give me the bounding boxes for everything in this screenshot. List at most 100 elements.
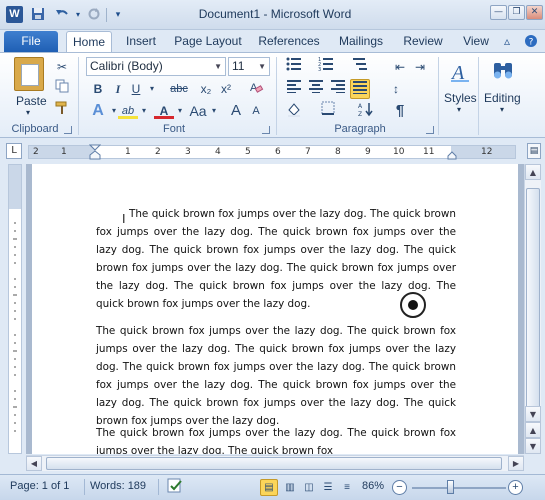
- editing-button-label[interactable]: Editing: [484, 91, 521, 105]
- numbering-icon[interactable]: 123: [316, 57, 336, 77]
- proofing-icon[interactable]: [166, 478, 184, 497]
- redo-icon[interactable]: [86, 7, 102, 23]
- tab-review[interactable]: Review: [398, 31, 448, 52]
- tab-references[interactable]: References: [252, 31, 326, 52]
- zoom-slider-track[interactable]: [412, 487, 506, 489]
- pen-input-icon[interactable]: [400, 292, 426, 318]
- increase-indent-icon[interactable]: ⇥: [410, 57, 430, 77]
- next-page-icon[interactable]: ▼: [525, 438, 541, 454]
- paste-dropdown-icon[interactable]: ▾: [26, 108, 30, 117]
- horizontal-scrollbar[interactable]: ◀ ▶: [26, 455, 524, 471]
- strikethrough-button[interactable]: abc: [166, 79, 192, 99]
- grow-font-button[interactable]: A: [226, 101, 246, 121]
- word-count-status[interactable]: Words: 189: [90, 480, 146, 492]
- page-count-status[interactable]: Page: 1 of 1: [10, 480, 69, 492]
- tab-file[interactable]: File: [4, 31, 58, 52]
- print-layout-view-icon[interactable]: ▤: [260, 479, 278, 496]
- paste-button-label[interactable]: Paste: [16, 94, 47, 108]
- find-binoculars-icon[interactable]: [488, 57, 518, 87]
- format-painter-icon[interactable]: [52, 101, 72, 121]
- bullets-icon[interactable]: [284, 57, 304, 77]
- close-button[interactable]: ✕: [526, 5, 543, 20]
- superscript-button[interactable]: x²: [216, 79, 236, 99]
- underline-dropdown-icon[interactable]: ▾: [142, 79, 162, 99]
- align-center-icon[interactable]: [306, 79, 326, 99]
- cut-icon[interactable]: ✂: [52, 57, 72, 77]
- multilevel-list-icon[interactable]: [350, 57, 370, 77]
- help-icon[interactable]: ?: [524, 34, 538, 51]
- zoom-in-icon[interactable]: +: [508, 480, 523, 495]
- zoom-slider-thumb[interactable]: [447, 480, 454, 494]
- tab-mailings[interactable]: Mailings: [332, 31, 390, 52]
- align-right-icon[interactable]: [328, 79, 348, 99]
- paste-icon[interactable]: [14, 57, 44, 91]
- copy-icon[interactable]: [52, 79, 72, 99]
- styles-icon[interactable]: A: [445, 57, 475, 87]
- right-indent-marker-icon[interactable]: [447, 150, 457, 160]
- change-case-dropdown-icon[interactable]: ▾: [204, 101, 224, 121]
- customize-qat-icon[interactable]: ▾: [110, 7, 126, 23]
- indent-marker-icon[interactable]: [89, 144, 101, 160]
- horizontal-scroll-thumb[interactable]: [46, 457, 502, 470]
- tab-view[interactable]: View: [456, 31, 496, 52]
- status-separator: [84, 479, 85, 495]
- italic-button[interactable]: I: [108, 79, 128, 99]
- full-screen-reading-icon[interactable]: ▥: [281, 479, 299, 496]
- styles-dropdown-icon[interactable]: ▾: [457, 105, 461, 114]
- save-icon[interactable]: [30, 7, 46, 23]
- paragraph-2[interactable]: The quick brown fox jumps over the lazy …: [96, 322, 456, 430]
- restore-button[interactable]: ❐: [508, 5, 525, 20]
- undo-icon[interactable]: [54, 7, 70, 23]
- paragraph-3[interactable]: The quick brown fox jumps over the lazy …: [96, 424, 456, 454]
- highlight-dropdown-icon[interactable]: ▾: [134, 101, 154, 121]
- ruler-number: 4: [215, 147, 221, 157]
- font-name-select[interactable]: Calibri (Body) ▼: [86, 57, 226, 76]
- previous-page-icon[interactable]: ▲: [525, 422, 541, 438]
- font-size-select[interactable]: 11 ▼: [228, 57, 270, 76]
- ruler-number: 10: [393, 147, 405, 157]
- minimize-button[interactable]: —: [490, 5, 507, 20]
- horizontal-ruler[interactable]: 2 1 1 2 3 4 5 6 7 8 9 10 11 12: [28, 144, 516, 160]
- vertical-scroll-thumb[interactable]: [526, 188, 540, 434]
- editing-dropdown-icon[interactable]: ▾: [500, 105, 504, 114]
- web-layout-icon[interactable]: ◫: [300, 479, 318, 496]
- decrease-indent-icon[interactable]: ⇤: [390, 57, 410, 77]
- draft-view-icon[interactable]: ≡: [338, 479, 356, 496]
- clear-formatting-icon[interactable]: A: [246, 79, 266, 99]
- tab-home[interactable]: Home: [66, 31, 112, 52]
- tab-selector-button[interactable]: L: [6, 143, 22, 159]
- zoom-level[interactable]: 86%: [362, 480, 384, 492]
- font-color-dropdown-icon[interactable]: ▾: [170, 101, 190, 121]
- scroll-left-icon[interactable]: ◀: [26, 456, 42, 471]
- word-app-icon[interactable]: W: [6, 6, 23, 23]
- scroll-down-icon[interactable]: ▼: [525, 406, 541, 422]
- undo-dropdown-icon[interactable]: ▾: [70, 7, 86, 23]
- bold-button[interactable]: B: [88, 79, 108, 99]
- justify-icon[interactable]: [350, 79, 370, 99]
- shrink-font-button[interactable]: A: [246, 101, 266, 121]
- show-hide-button[interactable]: ¶: [390, 101, 410, 121]
- font-launcher-icon[interactable]: [262, 126, 270, 134]
- tab-insert[interactable]: Insert: [118, 31, 164, 52]
- minimize-ribbon-icon[interactable]: ▵: [504, 34, 510, 48]
- sort-icon[interactable]: AZ: [356, 101, 376, 121]
- scroll-right-icon[interactable]: ▶: [508, 456, 524, 471]
- clipboard-launcher-icon[interactable]: [64, 126, 72, 134]
- view-ruler-icon[interactable]: ▤: [527, 143, 541, 159]
- zoom-out-icon[interactable]: −: [392, 480, 407, 495]
- scroll-up-icon[interactable]: ▲: [525, 164, 541, 180]
- document-page[interactable]: I The quick brown fox jumps over the laz…: [32, 164, 518, 454]
- svg-text:Z: Z: [358, 111, 362, 117]
- align-left-icon[interactable]: [284, 79, 304, 99]
- shading-icon[interactable]: [284, 101, 304, 121]
- styles-button-label[interactable]: Styles: [444, 91, 477, 105]
- vertical-scrollbar[interactable]: ▲ ▼ ▲ ▼: [524, 164, 541, 454]
- ruler-number: 2: [155, 147, 161, 157]
- vertical-ruler[interactable]: [8, 164, 22, 454]
- line-spacing-icon[interactable]: ↕: [386, 79, 406, 99]
- outline-view-icon[interactable]: ☰: [319, 479, 337, 496]
- paragraph-launcher-icon[interactable]: [426, 126, 434, 134]
- tab-page-layout[interactable]: Page Layout: [170, 31, 246, 52]
- borders-icon[interactable]: [318, 101, 338, 121]
- subscript-button[interactable]: x₂: [196, 79, 216, 99]
